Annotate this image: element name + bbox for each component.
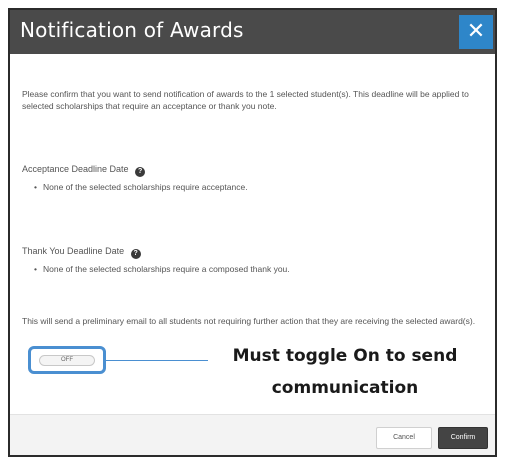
modal-title: Notification of Awards <box>20 18 244 42</box>
acceptance-note: None of the selected scholarships requir… <box>34 182 248 192</box>
toggle-highlight: OFF <box>28 346 106 374</box>
thank-you-deadline-label-text: Thank You Deadline Date <box>22 246 125 256</box>
acceptance-deadline-label: Acceptance Deadline Date ? <box>22 164 146 177</box>
modal-footer: Cancel Confirm <box>10 414 495 455</box>
confirm-button[interactable]: Confirm <box>438 427 488 449</box>
notification-of-awards-modal: Notification of Awards ✕ Please confirm … <box>8 8 497 457</box>
thank-you-deadline-label: Thank You Deadline Date ? <box>22 246 141 259</box>
acceptance-deadline-label-text: Acceptance Deadline Date <box>22 164 129 174</box>
preliminary-email-text: This will send a preliminary email to al… <box>22 316 476 326</box>
callout-text: Must toggle On to send communication <box>232 346 458 398</box>
question-circle-icon[interactable]: ? <box>135 167 146 177</box>
cancel-button[interactable]: Cancel <box>376 427 432 449</box>
question-circle-icon[interactable]: ? <box>130 249 141 259</box>
thank-you-note: None of the selected scholarships requir… <box>34 264 290 274</box>
close-icon[interactable]: ✕ <box>459 15 493 49</box>
modal-header: Notification of Awards ✕ <box>10 10 495 54</box>
intro-text: Please confirm that you want to send not… <box>22 89 469 111</box>
send-notification-toggle[interactable]: OFF <box>39 355 95 366</box>
callout-line <box>106 360 208 361</box>
